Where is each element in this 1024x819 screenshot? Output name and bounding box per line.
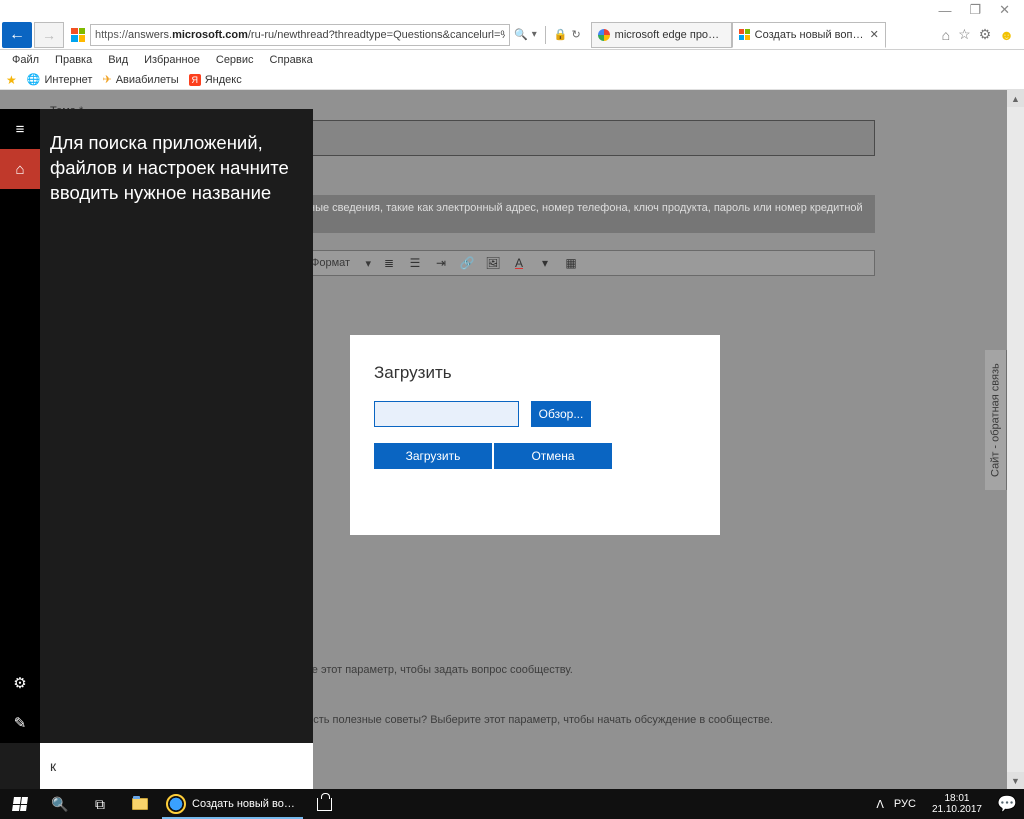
dialog-title: Загрузить <box>374 363 696 383</box>
smiley-icon[interactable]: ☻ <box>999 27 1014 43</box>
cortana-sidebar: ≡ ⌂ ⚙ ✎ <box>0 109 40 743</box>
bookmark-label: Интернет <box>44 74 92 86</box>
tray-overflow-icon[interactable]: ᐱ <box>876 798 884 811</box>
page-scrollbar[interactable]: ▲ ▼ <box>1007 90 1024 789</box>
url-sub: answers. <box>128 29 172 41</box>
menu-view[interactable]: Вид <box>102 52 134 68</box>
image-icon[interactable]: 🖼 <box>485 255 501 271</box>
clock-time: 18:01 <box>944 793 969 804</box>
google-icon <box>598 29 610 41</box>
menu-help[interactable]: Справка <box>264 52 319 68</box>
tab-label: Создать новый вопрос ил… <box>755 29 865 41</box>
bulleted-list-icon[interactable]: ≣ <box>381 255 397 271</box>
forward-button[interactable]: → <box>34 22 64 48</box>
browser-right-icons: ⌂ ☆ ⚙ ☻ <box>942 26 1024 43</box>
start-button[interactable] <box>0 789 40 819</box>
back-button[interactable]: ← <box>2 22 32 48</box>
table-icon[interactable]: ▦ <box>563 255 579 271</box>
globe-icon: 🌐 <box>27 73 41 86</box>
favorites-icon[interactable]: ☆ <box>958 26 971 43</box>
address-bar[interactable]: https:// answers. microsoft.com /ru-ru/n… <box>90 24 510 46</box>
url-host: microsoft.com <box>172 29 248 41</box>
bookmark-label: Авиабилеты <box>116 74 179 86</box>
bookmark-yandex[interactable]: Я Яндекс <box>189 74 242 86</box>
cortana-search-input[interactable] <box>40 743 313 789</box>
url-path: /ru-ru/newthread?threadtype=Questions&ca… <box>248 29 505 41</box>
search-icon[interactable]: 🔍 <box>514 28 528 41</box>
indent-icon[interactable]: ⇥ <box>433 255 449 271</box>
cortana-search-wrapper <box>40 743 313 789</box>
hamburger-icon[interactable]: ≡ <box>0 109 40 149</box>
bookmarks-bar: ★ 🌐 Интернет ✈ Авиабилеты Я Яндекс <box>0 70 1024 90</box>
input-language[interactable]: РУС <box>894 798 916 810</box>
refresh-button[interactable]: ↻ <box>571 28 580 41</box>
action-center-icon[interactable]: 💬 <box>990 794 1024 814</box>
menu-file[interactable]: Файл <box>6 52 45 68</box>
url-protocol: https:// <box>95 29 128 41</box>
clock-date: 21.10.2017 <box>932 804 982 815</box>
bookmark-flights[interactable]: ✈ Авиабилеты <box>102 73 178 86</box>
minimize-button[interactable]: — <box>938 3 951 18</box>
ie-icon <box>166 794 186 814</box>
menu-favorites[interactable]: Избранное <box>138 52 206 68</box>
link-icon[interactable]: 🔗 <box>459 255 475 271</box>
menu-edit[interactable]: Правка <box>49 52 98 68</box>
home-icon[interactable]: ⌂ <box>0 149 40 189</box>
clock[interactable]: 18:01 21.10.2017 <box>924 793 990 815</box>
feedback-icon[interactable]: ✎ <box>0 703 40 743</box>
lock-icon: 🔒 <box>554 28 568 41</box>
bookmark-label: Яндекс <box>205 74 242 86</box>
file-explorer-icon[interactable] <box>120 789 160 819</box>
tab-ms-answers[interactable]: Создать новый вопрос ил… ✕ <box>732 22 886 48</box>
tab-close-button[interactable]: ✕ <box>870 28 879 41</box>
taskbar: 🔍 ⧉ Создать новый во… ᐱ РУС 18:01 21.10.… <box>0 789 1024 819</box>
cortana-hint-text: Для поиска приложений, файлов и настроек… <box>50 131 299 206</box>
bookmark-internet[interactable]: 🌐 Интернет <box>27 73 93 86</box>
upload-dialog: Загрузить Обзор... Загрузить Отмена <box>350 335 720 535</box>
taskbar-app-ie[interactable]: Создать новый во… <box>160 789 305 819</box>
font-color-icon[interactable]: A <box>511 255 527 271</box>
numbered-list-icon[interactable]: ☰ <box>407 255 423 271</box>
tab-strip: microsoft edge пропал - Пои… Создать нов… <box>591 22 886 48</box>
scroll-up-arrow[interactable]: ▲ <box>1007 90 1024 107</box>
cortana-panel: ≡ ⌂ ⚙ ✎ Для поиска приложений, файлов и … <box>0 109 313 789</box>
site-favicon <box>70 27 86 43</box>
upload-button[interactable]: Загрузить <box>374 443 492 469</box>
taskbar-app-label: Создать новый во… <box>192 798 295 810</box>
plane-icon: ✈ <box>102 73 111 86</box>
taskbar-search-icon[interactable]: 🔍 <box>40 789 80 819</box>
format-label: Формат <box>311 257 350 269</box>
microsoft-icon <box>739 29 750 40</box>
system-tray: ᐱ РУС 18:01 21.10.2017 💬 <box>868 789 1024 819</box>
tab-google-search[interactable]: microsoft edge пропал - Пои… <box>591 22 732 48</box>
home-icon[interactable]: ⌂ <box>942 27 950 43</box>
browse-button[interactable]: Обзор... <box>531 401 591 427</box>
cancel-button[interactable]: Отмена <box>494 443 612 469</box>
maximize-button[interactable]: ❐ <box>969 2 981 18</box>
favorites-star-icon[interactable]: ★ <box>6 73 17 87</box>
settings-icon[interactable]: ⚙ <box>979 26 992 43</box>
format-dropdown[interactable]: Формат▾ <box>311 257 371 270</box>
gear-icon[interactable]: ⚙ <box>0 663 40 703</box>
tab-label: microsoft edge пропал - Пои… <box>615 29 725 41</box>
task-view-icon[interactable]: ⧉ <box>80 789 120 819</box>
store-icon[interactable] <box>305 789 345 819</box>
feedback-tab[interactable]: Сайт - обратная связь <box>985 350 1007 490</box>
browser-nav-bar: ← → https:// answers. microsoft.com /ru-… <box>0 20 1024 50</box>
yandex-icon: Я <box>189 74 201 86</box>
file-path-input[interactable] <box>374 401 519 427</box>
menu-tools[interactable]: Сервис <box>210 52 260 68</box>
scroll-down-arrow[interactable]: ▼ <box>1007 772 1024 789</box>
address-controls: 🔍 ▾ 🔒 ↻ <box>514 26 581 44</box>
close-button[interactable]: ✕ <box>999 2 1010 18</box>
browser-menu-bar: Файл Правка Вид Избранное Сервис Справка <box>0 50 1024 70</box>
more-dropdown-icon[interactable]: ▾ <box>537 255 553 271</box>
window-controls: — ❐ ✕ <box>938 0 1024 20</box>
